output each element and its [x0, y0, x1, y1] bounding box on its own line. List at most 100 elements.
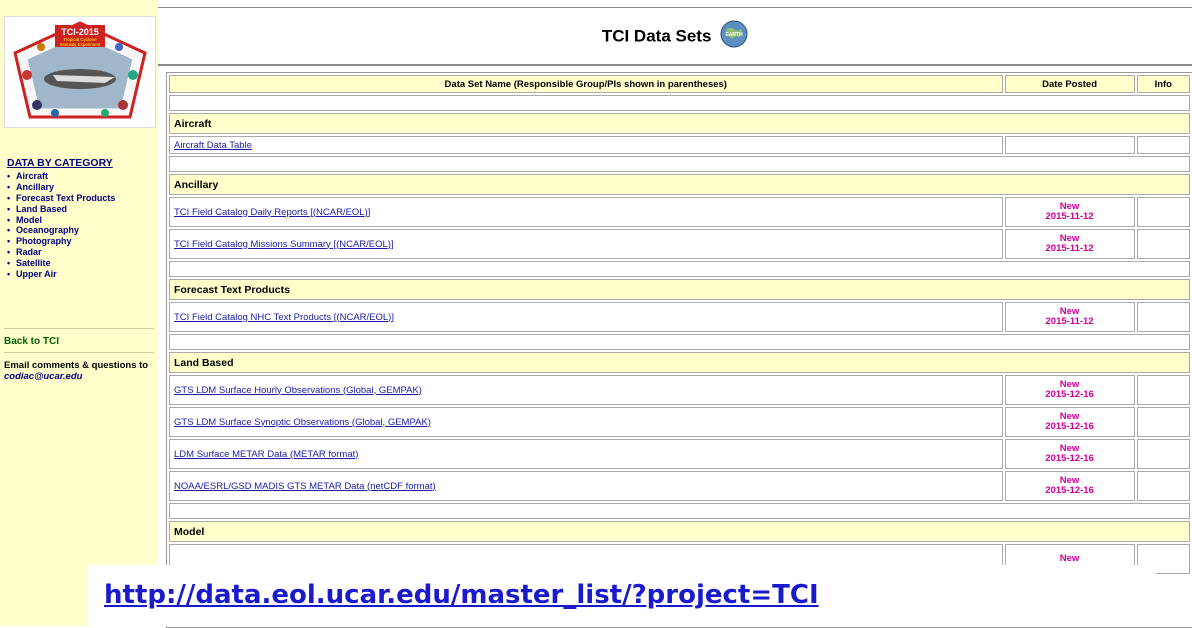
table-header-row: Data Set Name (Responsible Group/PIs sho… [169, 75, 1190, 93]
category-link-oceanography[interactable]: • Oceanography [7, 225, 115, 236]
column-header-info: Info [1136, 75, 1190, 93]
dataset-link[interactable]: LDM Surface METAR Data (METAR format) [174, 449, 358, 460]
table-row: TCI Field Catalog Missions Summary [(NCA… [169, 229, 1190, 259]
tci-2015-logo[interactable]: TCI-2015 Tropical Cyclone Intensity Expe… [4, 16, 156, 128]
column-header-name: Data Set Name (Responsible Group/PIs sho… [169, 75, 1003, 93]
posted-date: 2015-12-16 [1045, 485, 1094, 496]
spacer-row [169, 503, 1190, 519]
category-label: Radar [16, 247, 42, 258]
section-heading: Forecast Text Products [169, 279, 1190, 300]
spacer-row [169, 156, 1190, 172]
dataset-cell: Aircraft Data Table [169, 136, 1003, 154]
posted-date: 2015-12-16 [1045, 421, 1094, 432]
dataset-cell: TCI Field Catalog Daily Reports [(NCAR/E… [169, 197, 1003, 227]
table-row: Aircraft Data Table [169, 136, 1190, 154]
svg-text:EARTH: EARTH [726, 32, 744, 38]
back-to-tci-link[interactable]: Back to TCI [4, 336, 59, 347]
dataset-link[interactable]: NOAA/ESRL/GSD MADIS GTS METAR Data (netC… [174, 481, 436, 492]
section-heading: Aircraft [169, 113, 1190, 134]
earth-globe-icon[interactable]: EARTH [720, 20, 748, 48]
posted-date: 2015-11-12 [1045, 316, 1094, 327]
spacer-cell [169, 334, 1190, 350]
category-link-land-based[interactable]: • Land Based [7, 204, 115, 215]
table-row: GTS LDM Surface Hourly Observations (Glo… [169, 375, 1190, 405]
spacer-cell [169, 95, 1190, 111]
category-label: Land Based [16, 203, 68, 214]
bullet-icon: • [7, 214, 11, 225]
svg-text:TCI-2015: TCI-2015 [61, 27, 99, 37]
section-heading: Ancillary [169, 174, 1190, 195]
dataset-cell: LDM Surface METAR Data (METAR format) [169, 439, 1003, 469]
date-cell: New 2015-11-12 [1004, 302, 1135, 332]
email-link[interactable]: codiac@ucar.edu [4, 371, 82, 382]
table-row: GTS LDM Surface Synoptic Observations (G… [169, 407, 1190, 437]
spacer-row [169, 261, 1190, 277]
bullet-icon: • [7, 225, 11, 236]
dataset-link[interactable]: Aircraft Data Table [174, 140, 252, 151]
column-header-date: Date Posted [1004, 75, 1135, 93]
section-row-land-based: Land Based [169, 352, 1190, 373]
category-link-satellite[interactable]: • Satellite [7, 258, 115, 269]
table-row: LDM Surface METAR Data (METAR format) Ne… [169, 439, 1190, 469]
section-row-model: Model [169, 521, 1190, 542]
category-link-upper-air[interactable]: • Upper Air [7, 269, 115, 280]
date-cell: New 2015-12-16 [1004, 471, 1135, 501]
category-label: Model [16, 214, 42, 225]
category-label: Forecast Text Products [16, 192, 116, 203]
data-sets-table-container[interactable]: Data Set Name (Responsible Group/PIs sho… [166, 72, 1192, 628]
dataset-cell: GTS LDM Surface Synoptic Observations (G… [169, 407, 1003, 437]
dataset-link[interactable]: GTS LDM Surface Hourly Observations (Glo… [174, 385, 422, 396]
svg-text:Intensity Experiment: Intensity Experiment [60, 42, 102, 47]
posted-date: 2015-11-12 [1045, 211, 1094, 222]
category-label: Aircraft [16, 171, 49, 181]
date-cell: New 2015-12-16 [1004, 375, 1135, 405]
bullet-icon: • [7, 247, 11, 258]
bullet-icon: • [7, 192, 11, 203]
spacer-cell [169, 261, 1190, 277]
divider [4, 352, 154, 353]
date-cell: New 2015-12-16 [1004, 439, 1135, 469]
category-label: Satellite [16, 258, 51, 269]
category-link-photography[interactable]: • Photography [7, 236, 115, 247]
category-link-ancillary[interactable]: • Ancillary [7, 182, 115, 193]
master-list-url-link[interactable]: http://data.eol.ucar.edu/master_list/?pr… [104, 580, 819, 610]
page-title: TCI Data Sets EARTH [158, 20, 1192, 48]
section-heading: Land Based [169, 352, 1190, 373]
date-cell: New 2015-11-12 [1004, 197, 1135, 227]
section-row-forecast-text-products: Forecast Text Products [169, 279, 1190, 300]
category-list: • Aircraft • Ancillary • Forecast Text Prod… [7, 171, 115, 280]
posted-date: 2015-12-16 [1045, 389, 1094, 400]
posted-date: 2015-11-12 [1045, 243, 1094, 254]
bullet-icon: • [7, 203, 11, 214]
logo-graphic: TCI-2015 Tropical Cyclone Intensity Expe… [13, 21, 147, 119]
info-cell [1136, 136, 1190, 154]
data-sets-table: Data Set Name (Responsible Group/PIs sho… [167, 73, 1192, 576]
dataset-link[interactable]: TCI Field Catalog NHC Text Products [(NC… [174, 312, 394, 323]
page-title-text: TCI Data Sets [601, 26, 712, 46]
dataset-cell: TCI Field Catalog NHC Text Products [(NC… [169, 302, 1003, 332]
category-link-forecast-text-products[interactable]: • Forecast Text Products [7, 193, 115, 204]
category-link-aircraft[interactable]: • Aircraft [7, 171, 115, 182]
spacer-row [169, 95, 1190, 111]
date-cell: New 2015-11-12 [1004, 229, 1135, 259]
info-cell [1136, 407, 1190, 437]
dataset-cell: TCI Field Catalog Missions Summary [(NCA… [169, 229, 1003, 259]
section-row-ancillary: Ancillary [169, 174, 1190, 195]
date-cell: New 2015-12-16 [1004, 407, 1135, 437]
info-cell [1136, 439, 1190, 469]
category-link-model[interactable]: • Model [7, 215, 115, 226]
dataset-link[interactable]: TCI Field Catalog Daily Reports [(NCAR/E… [174, 207, 370, 218]
header-top-rule [158, 7, 1192, 8]
email-comments-text: Email comments & questions to codiac@uca… [4, 360, 154, 382]
date-cell [1004, 136, 1135, 154]
dataset-link[interactable]: TCI Field Catalog Missions Summary [(NCA… [174, 239, 394, 250]
dataset-cell: NOAA/ESRL/GSD MADIS GTS METAR Data (netC… [169, 471, 1003, 501]
header-bottom-rule [158, 64, 1192, 66]
bullet-icon: • [7, 181, 11, 192]
info-cell [1136, 375, 1190, 405]
table-row: TCI Field Catalog Daily Reports [(NCAR/E… [169, 197, 1190, 227]
category-label: Ancillary [16, 181, 55, 192]
dataset-cell: GTS LDM Surface Hourly Observations (Glo… [169, 375, 1003, 405]
category-link-radar[interactable]: • Radar [7, 247, 115, 258]
dataset-link[interactable]: GTS LDM Surface Synoptic Observations (G… [174, 417, 431, 428]
